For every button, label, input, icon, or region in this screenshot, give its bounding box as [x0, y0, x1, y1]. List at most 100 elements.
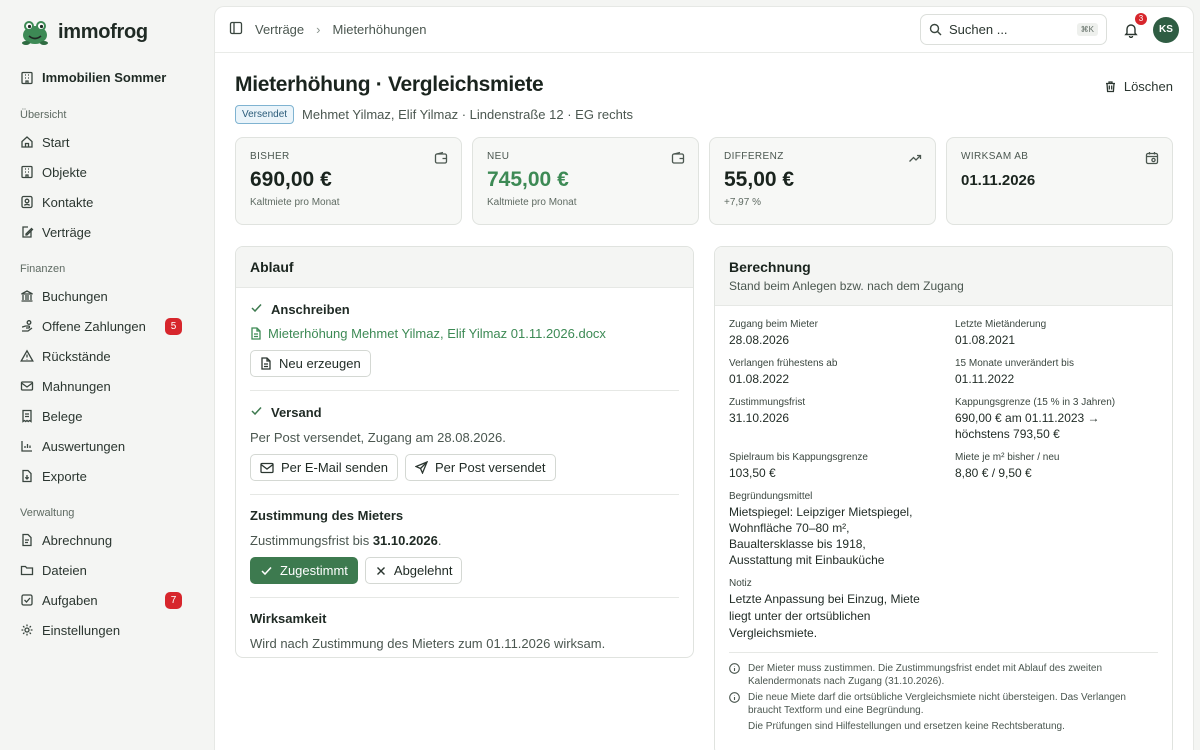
field-value: Letzte Anpassung bei Einzug, Miete liegt…: [729, 592, 920, 640]
task-icon: [20, 593, 34, 607]
trash-icon: [1105, 81, 1115, 93]
breadcrumb-item-vertraege[interactable]: Verträge: [255, 22, 304, 37]
sidebar-item-label: Start: [42, 134, 70, 150]
step-text: Per Post versendet, Zugang am 28.08.2026…: [250, 430, 506, 445]
search-input[interactable]: Suchen ... ⌘K: [920, 14, 1107, 45]
sidebar-item-start[interactable]: Start: [10, 127, 204, 157]
calc-field: Miete je m² bisher / neu 8,80 € / 9,50 €: [955, 452, 1155, 481]
step-zustimmung: Zustimmung des Mieters Zustimmungsfrist …: [250, 495, 679, 598]
field-value: 103,50 €: [729, 466, 776, 480]
search-shortcut: ⌘K: [1076, 23, 1098, 36]
sidebar-toggle-icon[interactable]: [229, 21, 243, 38]
sidebar-item-einstellungen[interactable]: Einstellungen: [10, 615, 204, 645]
building-icon: [20, 165, 34, 179]
document-icon: [261, 357, 271, 370]
home-icon: [20, 135, 34, 149]
org-switcher[interactable]: Immobilien Sommer: [10, 62, 204, 93]
deadline-suffix: .: [437, 533, 442, 548]
sidebar-item-offene-zahlungen[interactable]: Offene Zahlungen 5: [10, 311, 204, 341]
calc-field: Begründungsmittel Mietspiegel: Leipziger …: [729, 491, 929, 568]
step-title-text: Wirksamkeit: [250, 611, 327, 626]
button-row: Zugestimmt Abgelehnt: [250, 557, 679, 584]
count-badge: 7: [165, 591, 182, 609]
sidebar-item-mahnungen[interactable]: Mahnungen: [10, 371, 204, 401]
sidebar-item-label: Abrechnung: [42, 532, 113, 548]
main-panel: Verträge › Mieterhöhungen Suchen ... ⌘K …: [214, 6, 1194, 750]
send-post-button[interactable]: Per Post versendet: [404, 454, 556, 481]
panel-subtitle: Stand beim Anlegen bzw. nach dem Zugang: [729, 279, 964, 293]
field-label: Zustimmungsfrist: [729, 397, 806, 408]
calc-field: Zugang beim Mieter 28.08.2026: [729, 319, 955, 348]
field-label: Kappungsgrenze (15 % in 3 Jahren): [955, 397, 1116, 408]
step-title-text: Anschreiben: [271, 301, 350, 317]
hint-text: Die Prüfungen sind Hilfestellungen und e…: [748, 721, 1065, 732]
panel-title: Berechnung: [729, 259, 811, 275]
button-label: Abgelehnt: [393, 563, 453, 578]
sidebar-item-objekte[interactable]: Objekte: [10, 157, 204, 187]
hint-item: Die Prüfungen sind Hilfestellungen und e…: [729, 720, 1158, 733]
step-versand: Versand Per Post versendet, Zugang am 28…: [250, 391, 679, 495]
calc-field: Verlangen frühestens ab 01.08.2022: [729, 358, 955, 387]
send-email-button[interactable]: Per E-Mail senden: [250, 454, 398, 481]
note-field: Notiz Letzte Anpassung bei Einzug, Miete…: [715, 568, 1172, 642]
sidebar-item-belege[interactable]: Belege: [10, 401, 204, 431]
sidebar-item-buchungen[interactable]: Buchungen: [10, 281, 204, 311]
sidebar-item-vertraege[interactable]: Verträge: [10, 217, 204, 247]
notifications-button[interactable]: 3: [1121, 12, 1147, 40]
reject-button[interactable]: Abgelehnt: [364, 557, 463, 584]
card-wirksam-ab: WIRKSAM AB 01.11.2026: [946, 137, 1173, 225]
building-icon: [21, 71, 33, 84]
field-label: Notiz: [729, 578, 752, 589]
frog-logo-icon: [22, 21, 48, 45]
deadline-prefix: Zustimmungsfrist bis: [250, 533, 373, 548]
document-icon: [251, 327, 261, 340]
field-value: 01.11.2022: [955, 372, 1015, 386]
sidebar-item-aufgaben[interactable]: Aufgaben 7: [10, 585, 204, 615]
search-icon: [929, 23, 942, 36]
panels: Ablauf Anschreiben Mieterhöhung Mehmet Y…: [235, 246, 1173, 750]
hint-item: Der Mieter muss zustimmen. Die Zustimmun…: [729, 662, 1158, 688]
contacts-icon: [20, 195, 34, 209]
calc-field: 15 Monate unverändert bis 01.11.2022: [955, 358, 1155, 387]
avatar[interactable]: KS: [1153, 16, 1179, 43]
org-name: Immobilien Sommer: [42, 70, 167, 85]
sidebar-item-auswertungen[interactable]: Auswertungen: [10, 431, 204, 461]
berechnung-panel: Berechnung Stand beim Anlegen bzw. nach …: [714, 246, 1173, 750]
wallet-icon: [671, 151, 685, 165]
accept-button[interactable]: Zugestimmt: [250, 557, 358, 584]
deadline-date: 31.10.2026: [372, 533, 438, 548]
card-bisher: BISHER 690,00 € Kaltmiete pro Monat: [235, 137, 462, 225]
page-header: Mieterhöhung · Vergleichsmiete Versendet…: [235, 73, 1173, 124]
sidebar-item-dateien[interactable]: Dateien: [10, 555, 204, 585]
hint-text: Der Mieter muss zustimmen. Die Zustimmun…: [748, 663, 1103, 687]
export-icon: [20, 469, 34, 483]
regenerate-button[interactable]: Neu erzeugen: [250, 350, 371, 377]
nav-section-finanzen: Finanzen Buchungen Offene Zahlungen 5 Rü…: [10, 247, 204, 491]
nav-section-uebersicht: Übersicht Start Objekte Kontakte Verträg…: [10, 93, 204, 247]
field-label: Begründungsmittel: [729, 491, 813, 502]
topbar: Verträge › Mieterhöhungen Suchen ... ⌘K …: [215, 7, 1193, 53]
calendar-icon: [1145, 151, 1159, 165]
card-sub: +7,97 %: [724, 197, 761, 208]
sidebar-item-kontakte[interactable]: Kontakte: [10, 187, 204, 217]
field-label: 15 Monate unverändert bis: [955, 358, 1074, 369]
sidebar-item-abrechnung[interactable]: Abrechnung: [10, 525, 204, 555]
hint-text: Die neue Miete darf die ortsübliche Verg…: [748, 692, 1126, 716]
bank-icon: [20, 289, 34, 303]
panel-header: Ablauf: [236, 247, 693, 288]
sidebar-item-label: Kontakte: [42, 194, 94, 210]
info-icon: [729, 662, 741, 688]
calc-field: Zustimmungsfrist 31.10.2026: [729, 397, 955, 442]
panel-title: Ablauf: [250, 259, 294, 275]
button-row: Neu erzeugen: [250, 350, 679, 377]
document-link[interactable]: Mieterhöhung Mehmet Yilmaz, Elif Yilmaz …: [250, 326, 679, 341]
step-title: Anschreiben: [250, 301, 679, 317]
brand-logo[interactable]: immofrog: [10, 16, 204, 62]
sidebar-item-exporte[interactable]: Exporte: [10, 461, 204, 491]
calculation-grid: Zugang beim Mieter 28.08.2026 Letzte Miet…: [715, 306, 1172, 568]
delete-button[interactable]: Löschen: [1104, 79, 1173, 94]
sidebar-item-label: Auswertungen: [42, 438, 126, 454]
sidebar-item-label: Rückstände: [42, 348, 111, 364]
sidebar-item-rueckstaende[interactable]: Rückstände: [10, 341, 204, 371]
card-neu: NEU 745,00 € Kaltmiete pro Monat: [472, 137, 699, 225]
